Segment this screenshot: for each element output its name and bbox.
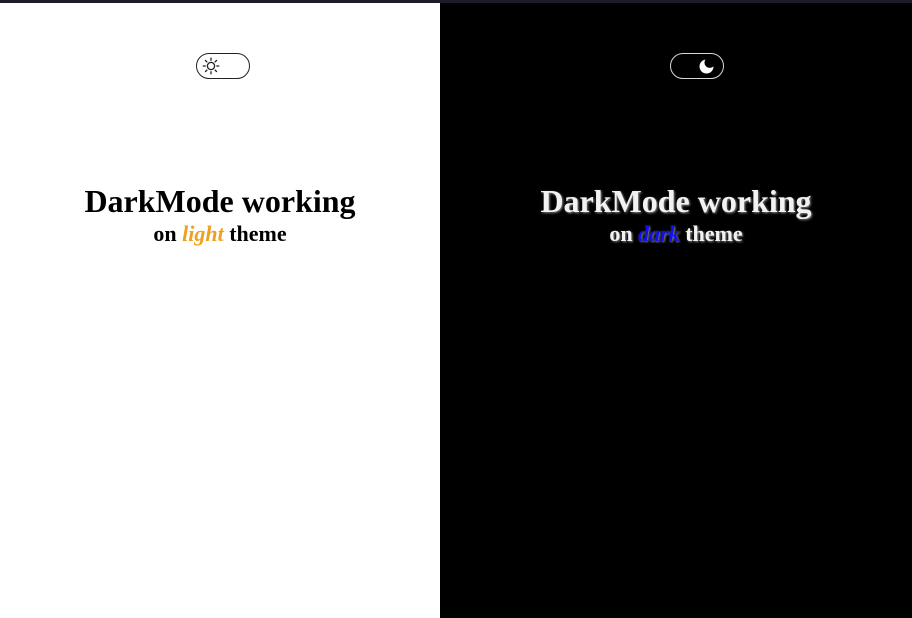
subtitle-suffix: theme bbox=[685, 221, 743, 246]
subtitle-suffix: theme bbox=[229, 221, 287, 246]
page-subtitle: on dark theme bbox=[440, 221, 912, 247]
theme-heading: DarkMode working on dark theme bbox=[440, 181, 912, 247]
theme-mode-word: dark bbox=[638, 221, 680, 246]
sun-icon bbox=[202, 57, 220, 75]
theme-mode-word: light bbox=[182, 221, 224, 246]
subtitle-prefix: on bbox=[609, 221, 633, 246]
page-subtitle: on light theme bbox=[0, 221, 440, 247]
theme-toggle-switch[interactable] bbox=[670, 53, 724, 79]
page-title: DarkMode working bbox=[540, 183, 812, 219]
theme-heading: DarkMode working on light theme bbox=[0, 181, 440, 247]
light-theme-panel: DarkMode working on light theme bbox=[0, 3, 440, 618]
theme-toggle-switch[interactable] bbox=[196, 53, 250, 79]
page-title: DarkMode working bbox=[84, 183, 356, 219]
moon-icon bbox=[698, 57, 716, 75]
dark-theme-panel: DarkMode working on dark theme bbox=[440, 3, 912, 618]
subtitle-prefix: on bbox=[153, 221, 177, 246]
